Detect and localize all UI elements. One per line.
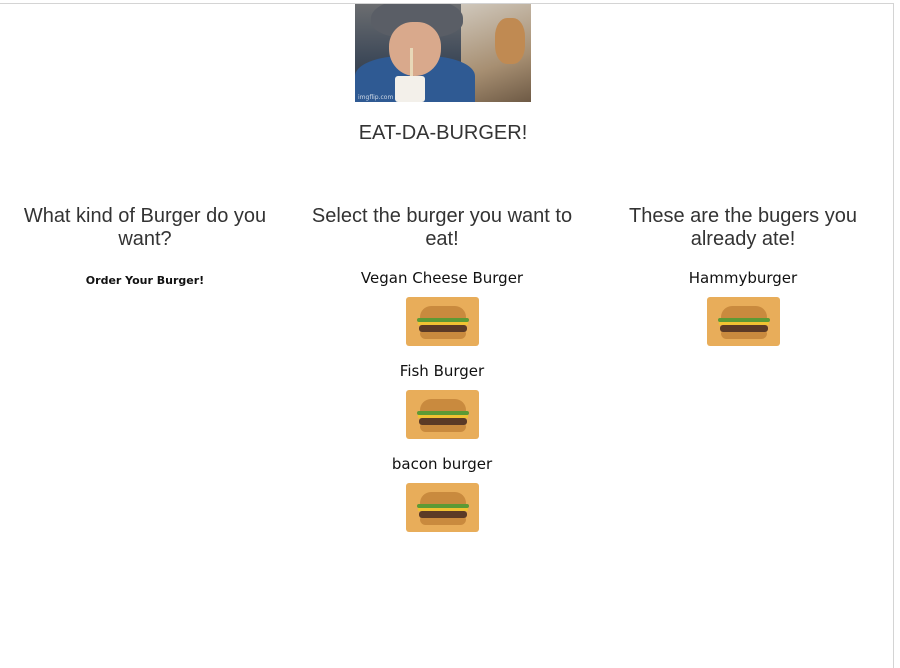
devour-burger-button[interactable] [405, 390, 479, 439]
order-burger-link[interactable]: Order Your Burger! [0, 274, 290, 287]
list-item: Hammyburger [598, 269, 888, 351]
order-column-heading: What kind of Burger do you want? [23, 205, 267, 250]
window-right-border [893, 3, 894, 668]
hero-image: imgflip.com [355, 4, 531, 102]
list-item: Fish Burger [297, 362, 587, 444]
burger-name: Hammyburger [688, 269, 798, 287]
burger-name: Fish Burger [399, 362, 485, 380]
burger-name: Vegan Cheese Burger [360, 269, 524, 287]
burger-name: bacon burger [391, 455, 493, 473]
page-title: EAT-DA-BURGER! [358, 122, 528, 144]
eaten-column-heading: These are the bugers you already ate! [629, 205, 857, 250]
eaten-column: These are the bugers you already ate! Ha… [598, 205, 888, 351]
hero-watermark: imgflip.com [358, 94, 394, 101]
list-item: Vegan Cheese Burger [297, 269, 587, 351]
devour-burger-button[interactable] [405, 483, 479, 532]
list-item: bacon burger [297, 455, 587, 537]
devour-burger-button[interactable] [405, 297, 479, 346]
order-column: What kind of Burger do you want? Order Y… [0, 205, 290, 287]
to-eat-column: Select the burger you want to eat! Vegan… [297, 205, 587, 537]
to-eat-column-heading: Select the burger you want to eat! [311, 205, 573, 250]
eaten-burger-button[interactable] [706, 297, 780, 346]
